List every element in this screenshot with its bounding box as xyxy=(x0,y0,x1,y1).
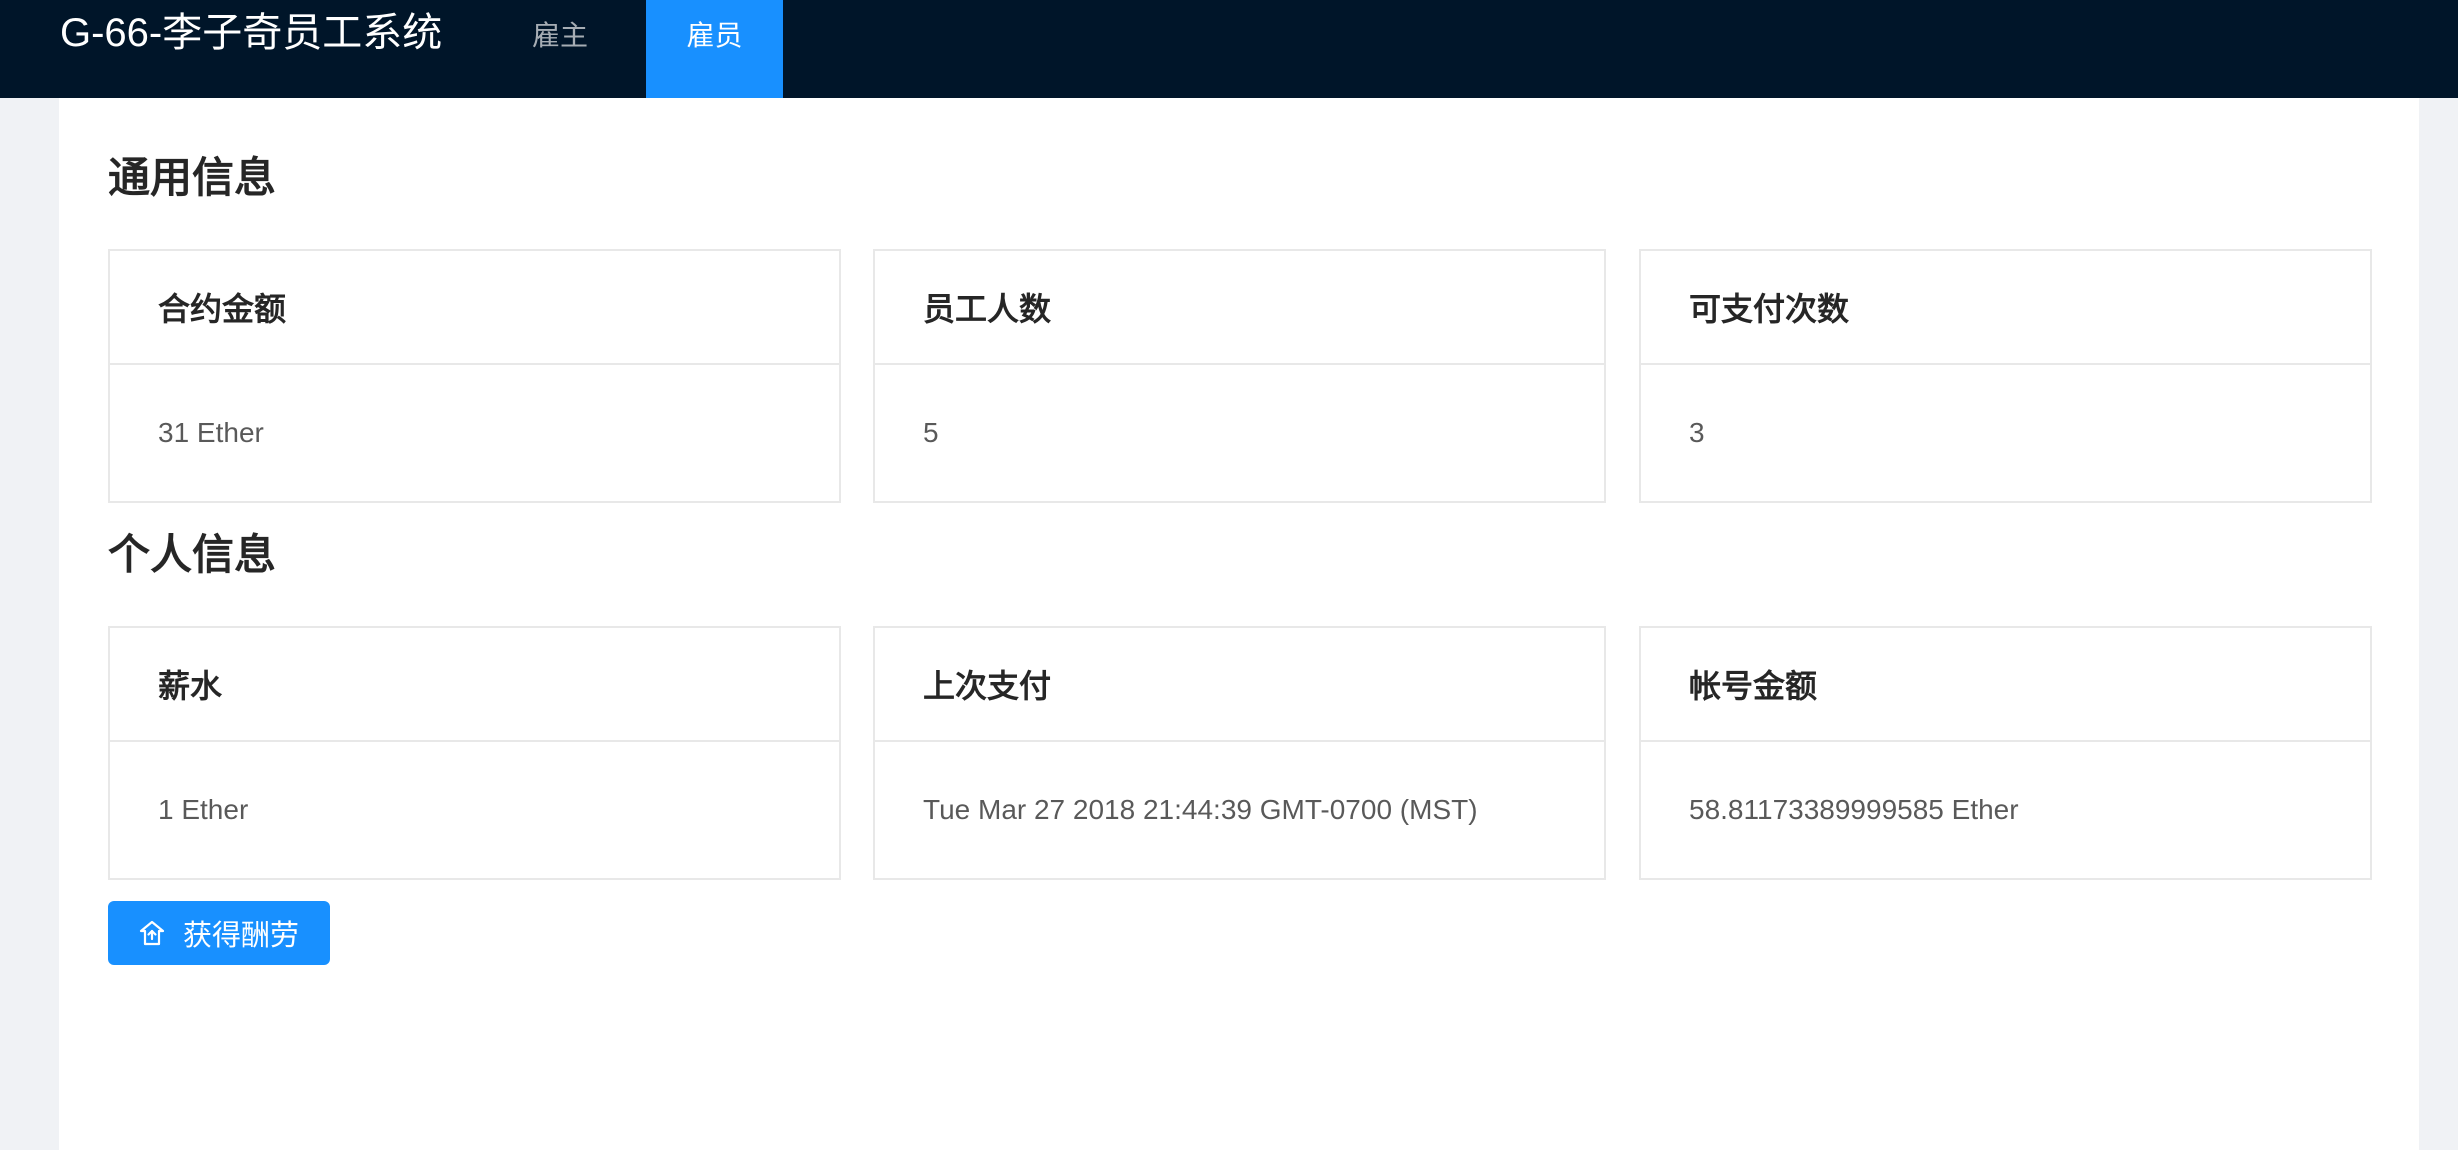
personal-info-title: 个人信息 xyxy=(108,531,277,578)
card-title: 帐号金额 xyxy=(1641,628,2370,742)
general-info-title: 通用信息 xyxy=(108,154,277,201)
card-title: 上次支付 xyxy=(875,628,1604,742)
card-payable-times: 可支付次数 3 xyxy=(1639,249,2372,503)
tab-employer[interactable]: 雇主 xyxy=(510,0,610,98)
upload-icon xyxy=(139,920,165,946)
top-nav-bar: G-66-李子奇员工系统 雇主 雇员 xyxy=(0,0,2458,98)
card-title: 合约金额 xyxy=(110,251,839,365)
card-last-payment: 上次支付 Tue Mar 27 2018 21:44:39 GMT-0700 (… xyxy=(873,626,1606,880)
card-employee-count: 员工人数 5 xyxy=(873,249,1606,503)
card-contract-balance: 合约金额 31 Ether xyxy=(108,249,841,503)
get-pay-label: 获得酬劳 xyxy=(182,920,299,952)
card-account-balance: 帐号金额 58.81173389999585 Ether xyxy=(1639,626,2372,880)
tab-employee[interactable]: 雇员 xyxy=(646,0,783,98)
get-pay-button[interactable]: 获得酬劳 xyxy=(108,901,330,965)
card-value: 5 xyxy=(923,417,939,448)
card-title: 员工人数 xyxy=(875,251,1604,365)
card-value: 1 Ether xyxy=(158,794,249,825)
main-content: 通用信息 合约金额 31 Ether 员工人数 5 可支付次数 3 个人信息 薪… xyxy=(59,98,2419,1150)
card-value: 58.81173389999585 Ether xyxy=(1689,794,2019,825)
card-salary: 薪水 1 Ether xyxy=(108,626,841,880)
card-value: 3 xyxy=(1689,417,1705,448)
card-title: 薪水 xyxy=(110,628,839,742)
card-value: 31 Ether xyxy=(158,417,264,448)
card-value: Tue Mar 27 2018 21:44:39 GMT-0700 (MST) xyxy=(923,794,1478,825)
card-title: 可支付次数 xyxy=(1641,251,2370,365)
app-title: G-66-李子奇员工系统 xyxy=(60,11,443,55)
